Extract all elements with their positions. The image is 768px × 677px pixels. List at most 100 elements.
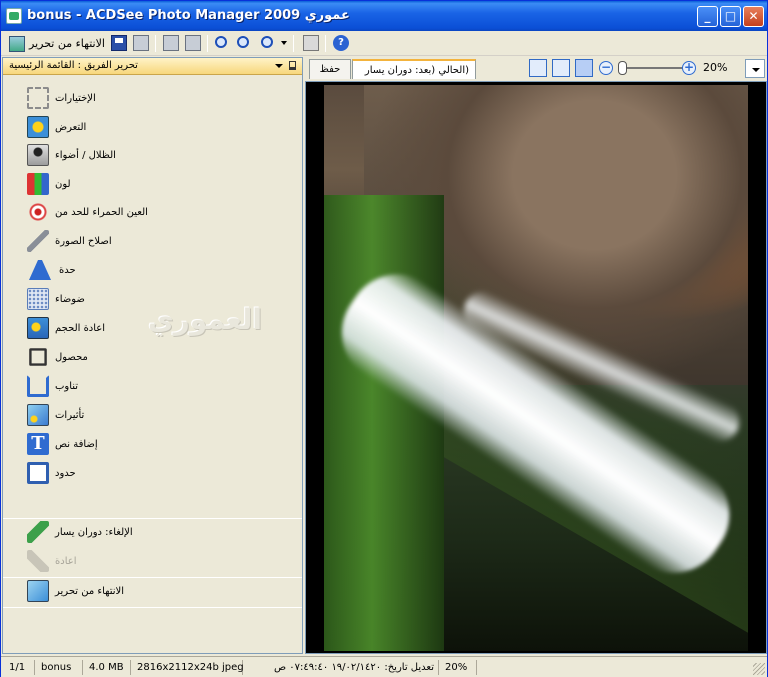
- print-icon[interactable]: [303, 35, 319, 51]
- finish-editing-button[interactable]: الانتهاء من تحرير: [9, 34, 105, 53]
- status-zoom: 20%: [441, 660, 477, 675]
- tool-item-label: ضوضاء: [55, 293, 85, 305]
- status-bar: 1/1 bonus 4.0 MB 2816x2112x24b jpeg تعدي…: [1, 656, 767, 677]
- exposure-icon: [27, 116, 49, 138]
- zoom-in-icon[interactable]: [215, 36, 227, 48]
- save-as-icon[interactable]: [133, 35, 149, 51]
- tab-current[interactable]: (الحالي (بعد: دوران يسار: [352, 59, 476, 79]
- status-dimensions: 2816x2112x24b jpeg: [133, 660, 244, 675]
- zoom-plus-icon[interactable]: +: [682, 61, 696, 75]
- zoom-dropdown[interactable]: [745, 59, 765, 78]
- panel-divider: [3, 607, 302, 608]
- watermark: العموري: [148, 303, 263, 336]
- resize-icon: [27, 317, 49, 339]
- toolbar-separator: [293, 35, 294, 52]
- panel-title: تحرير الفريق : القائمة الرئيسية: [9, 60, 138, 71]
- tool-item-label: حدود: [55, 467, 76, 479]
- tool-item-label: إضافة نص: [55, 438, 98, 450]
- toolbar: الانتهاء من تحرير ?: [1, 31, 767, 56]
- tool-item-label: لون: [55, 178, 71, 190]
- status-filename: bonus: [37, 660, 83, 675]
- status-page: 1/1: [5, 660, 35, 675]
- zoom-menu-icon[interactable]: [261, 36, 273, 48]
- finish-editing-label: الانتهاء من تحرير: [55, 585, 125, 597]
- tool-item-exposure[interactable]: التعرض: [27, 114, 86, 140]
- text-icon: T: [27, 433, 49, 455]
- panel-body: العموري الإختيارات التعرض الظلال / أضواء…: [3, 75, 302, 653]
- panel-menu-arrow-icon[interactable]: [275, 64, 283, 68]
- repair-wrench-icon: [27, 230, 49, 252]
- app-icon[interactable]: [6, 8, 22, 24]
- app-window: bonus - ACDSee Photo Manager 2009 عموري …: [0, 0, 768, 677]
- crop-icon: [29, 348, 47, 366]
- zoom-slider-thumb[interactable]: [618, 61, 627, 75]
- panel-pin-icon[interactable]: [289, 61, 296, 70]
- finish-editing-label: الانتهاء من تحرير: [29, 37, 105, 50]
- tool-item-label: الظلال / أضواء: [55, 149, 116, 161]
- zoom-minus-icon[interactable]: −: [599, 61, 613, 75]
- tool-item-label: الإختيارات: [55, 92, 96, 104]
- panel-header: تحرير الفريق : القائمة الرئيسية: [3, 58, 302, 75]
- tool-item-label: حدة: [59, 264, 76, 276]
- image-viewer[interactable]: [305, 81, 767, 654]
- tool-item-red-eye[interactable]: العين الحمراء للحد من: [27, 199, 148, 225]
- zoom-value: 20%: [703, 61, 728, 74]
- status-modified-date: تعديل تاريخ: ١٩/٠٢/١٤٢٠ ٠٧:٤٩:٤٠ ص: [245, 660, 439, 675]
- tool-item-shadows-highlights[interactable]: الظلال / أضواء: [27, 142, 116, 168]
- status-filesize: 4.0 MB: [85, 660, 131, 675]
- tool-item-label: التعرض: [55, 121, 87, 133]
- next-image-icon[interactable]: [185, 35, 201, 51]
- previous-image-icon[interactable]: [163, 35, 179, 51]
- toolbar-separator: [155, 35, 156, 52]
- tool-item-label: تناوب: [55, 380, 79, 392]
- zoom-slider[interactable]: [623, 67, 687, 69]
- toolbar-separator: [325, 35, 326, 52]
- fit-window-icon[interactable]: [575, 59, 593, 77]
- tool-item-borders[interactable]: حدود: [27, 460, 76, 486]
- tool-item-selection[interactable]: الإختيارات: [27, 85, 96, 111]
- title-bar[interactable]: bonus - ACDSee Photo Manager 2009 عموري …: [1, 1, 767, 31]
- tool-item-sharpen[interactable]: حدة: [27, 257, 76, 283]
- selection-icon: [27, 87, 49, 109]
- noise-icon: [27, 288, 49, 310]
- zoom-out-icon[interactable]: [237, 36, 249, 48]
- close-button[interactable]: ✕: [743, 6, 764, 27]
- actual-size-icon[interactable]: [529, 59, 547, 77]
- undo-icon: [27, 521, 49, 543]
- tool-item-label: اصلاح الصورة: [55, 235, 112, 247]
- finish-editing-item[interactable]: الانتهاء من تحرير: [27, 578, 124, 604]
- sharpen-icon: [29, 260, 51, 280]
- minimize-button[interactable]: _: [697, 6, 718, 27]
- tab-save[interactable]: حفظ: [309, 59, 351, 79]
- tool-item-label: العين الحمراء للحد من: [55, 206, 148, 218]
- zoom-dropdown-arrow-icon[interactable]: [281, 41, 287, 45]
- window-title: bonus - ACDSee Photo Manager 2009 عموري: [27, 8, 350, 23]
- tool-item-resize[interactable]: اعادة الحجم: [27, 315, 105, 341]
- edit-panel: تحرير الفريق : القائمة الرئيسية العموري …: [2, 57, 303, 654]
- view-tabs: حفظ (الحالي (بعد: دوران يسار − + 20%: [305, 57, 767, 81]
- redo-item[interactable]: اعادة: [27, 548, 76, 574]
- save-icon[interactable]: [111, 35, 127, 51]
- fit-image-icon[interactable]: [552, 59, 570, 77]
- tool-item-noise[interactable]: ضوضاء: [27, 286, 85, 312]
- tool-item-add-text[interactable]: T إضافة نص: [27, 431, 98, 457]
- tool-item-label: محصول: [55, 351, 88, 363]
- borders-icon: [27, 462, 49, 484]
- tool-item-label: تأثيرات: [55, 409, 85, 421]
- photo-greenery: [324, 195, 444, 651]
- redo-icon: [27, 550, 49, 572]
- tool-item-repair[interactable]: اصلاح الصورة: [27, 228, 112, 254]
- effects-icon: [27, 404, 49, 426]
- maximize-button[interactable]: □: [720, 6, 741, 27]
- tool-item-rotate[interactable]: تناوب: [27, 373, 78, 399]
- color-icon: [27, 173, 49, 195]
- tool-item-label: اعادة الحجم: [55, 322, 106, 334]
- resize-grip-icon[interactable]: [753, 663, 765, 675]
- finish-editing-icon: [9, 35, 25, 52]
- undo-item[interactable]: الإلغاء: دوران يسار: [27, 519, 133, 545]
- toolbar-separator: [207, 35, 208, 52]
- tool-item-effects[interactable]: تأثيرات: [27, 402, 84, 428]
- tool-item-crop[interactable]: محصول: [27, 344, 88, 370]
- tool-item-color[interactable]: لون: [27, 171, 71, 197]
- help-icon[interactable]: ?: [333, 35, 349, 51]
